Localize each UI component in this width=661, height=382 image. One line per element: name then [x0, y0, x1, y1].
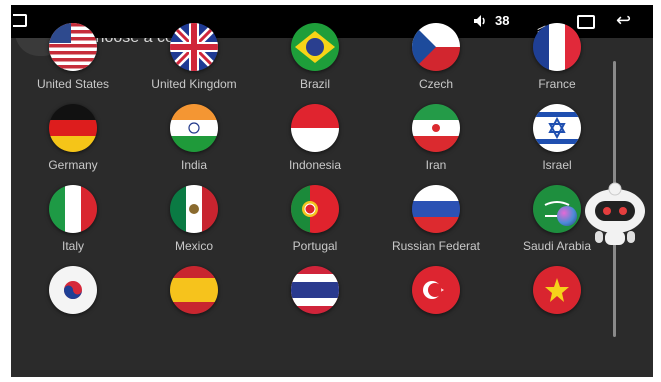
country-item-br[interactable]: Brazil: [255, 15, 375, 95]
country-item-de[interactable]: Germany: [13, 96, 133, 176]
country-item-tr[interactable]: [376, 258, 496, 338]
cz-flag-icon: [412, 23, 460, 71]
country-label: Germany: [48, 158, 98, 172]
country-label: Iran: [425, 158, 447, 172]
kr-flag-icon: [49, 266, 97, 314]
app-screen: 38 ︽ ↩ Choose a country United StatesUni…: [11, 5, 653, 377]
mx-flag-icon: [170, 185, 218, 233]
th-flag-icon: [291, 266, 339, 314]
il-flag-icon: [533, 104, 581, 152]
robot-assistant-icon[interactable]: [583, 177, 647, 251]
country-label: United States: [36, 77, 110, 91]
country-item-ru[interactable]: Russian Federat: [376, 177, 496, 257]
country-label: India: [180, 158, 208, 172]
country-label: United Kingdom: [151, 77, 237, 91]
de-flag-icon: [49, 104, 97, 152]
country-item-kr[interactable]: [13, 258, 133, 338]
pt-flag-icon: [291, 185, 339, 233]
country-item-fr[interactable]: France: [497, 15, 617, 95]
id-flag-icon: [291, 104, 339, 152]
country-item-uk[interactable]: United Kingdom: [134, 15, 254, 95]
in-flag-icon: [170, 104, 218, 152]
country-label: Portugal: [292, 239, 338, 253]
fr-flag-icon: [533, 23, 581, 71]
ir-flag-icon: [412, 104, 460, 152]
country-item-th[interactable]: [255, 258, 375, 338]
country-item-es[interactable]: [134, 258, 254, 338]
it-flag-icon: [49, 185, 97, 233]
country-item-mx[interactable]: Mexico: [134, 177, 254, 257]
country-item-il[interactable]: Israel: [497, 96, 617, 176]
country-item-ir[interactable]: Iran: [376, 96, 496, 176]
country-label: France: [538, 77, 576, 91]
es-flag-icon: [170, 266, 218, 314]
country-label: Brazil: [299, 77, 330, 91]
uk-flag-icon: [170, 23, 218, 71]
tr-flag-icon: [412, 266, 460, 314]
country-item-it[interactable]: Italy: [13, 177, 133, 257]
country-label: Russian Federat: [391, 239, 481, 253]
country-item-cz[interactable]: Czech: [376, 15, 496, 95]
assistant-bubble-icon[interactable]: [557, 206, 577, 226]
country-label: Czech: [418, 77, 453, 91]
country-label: Mexico: [174, 239, 213, 253]
country-item-in[interactable]: India: [134, 96, 254, 176]
country-label: Israel: [542, 158, 572, 172]
country-item-vn[interactable]: [497, 258, 617, 338]
us-flag-icon: [49, 23, 97, 71]
country-item-pt[interactable]: Portugal: [255, 177, 375, 257]
back-icon[interactable]: ↩: [616, 10, 631, 31]
country-item-us[interactable]: United States: [13, 15, 133, 95]
br-flag-icon: [291, 23, 339, 71]
country-label: Italy: [61, 239, 84, 253]
vn-flag-icon: [533, 266, 581, 314]
country-item-id[interactable]: Indonesia: [255, 96, 375, 176]
ru-flag-icon: [412, 185, 460, 233]
country-label: Indonesia: [288, 158, 342, 172]
